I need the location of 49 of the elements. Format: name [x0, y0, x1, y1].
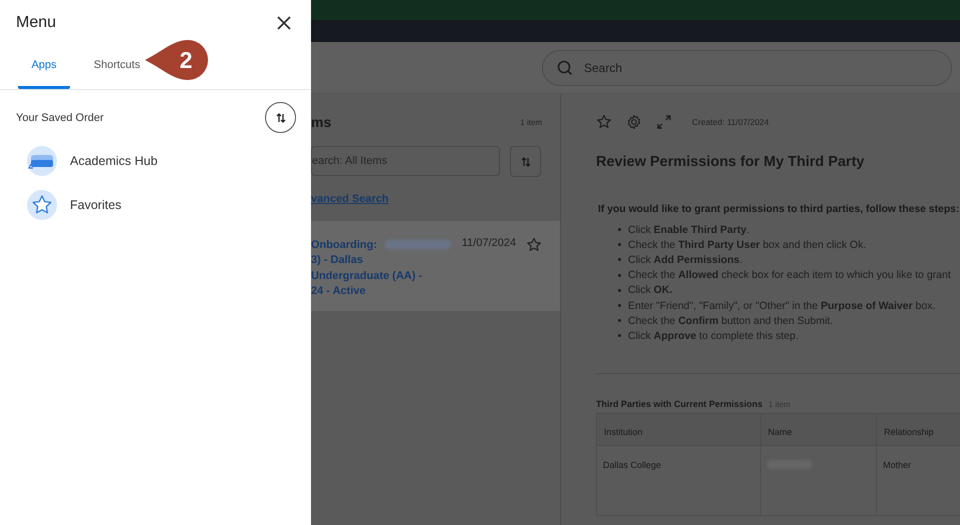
item-date: 11/07/2024 — [462, 237, 516, 249]
instruction-step: Enter "Friend", "Family", or "Other" in the Purpose of Waiver box. — [628, 300, 936, 312]
star-icon[interactable] — [596, 114, 612, 130]
step-badge: 2 — [145, 39, 211, 81]
bullet-icon — [618, 319, 621, 322]
bullet-icon — [618, 228, 621, 232]
section-label: Your Saved Order — [16, 112, 104, 124]
bullet-icon — [618, 334, 621, 338]
reorder-button[interactable] — [265, 102, 296, 133]
table-cell: Dallas College — [597, 446, 761, 514]
instruction-step: Click Enable Third Party. — [628, 224, 750, 236]
column-header: Relationship — [877, 414, 960, 446]
bullet-icon — [618, 243, 621, 246]
bullet-icon — [618, 274, 621, 277]
item-title: 24 - Active — [311, 285, 366, 298]
menu-title: Menu — [16, 14, 56, 32]
star-icon[interactable] — [526, 237, 542, 253]
item-title: Onboarding: — [311, 238, 377, 251]
bullet-icon — [618, 304, 621, 308]
instruction-step: Click OK. — [628, 284, 672, 296]
app-link[interactable]: Academics Hub — [70, 154, 158, 168]
app-link[interactable]: Favorites — [70, 198, 122, 212]
instruction-step: Click Add Permissions. — [628, 254, 742, 266]
search-icon — [557, 60, 573, 76]
search-field[interactable]: Search — [542, 50, 952, 86]
menu-tab[interactable]: Apps — [18, 55, 70, 89]
instruction-step: Click Approve to complete this step. — [628, 330, 798, 342]
instruction-step: Check the Allowed check box for each item to which you like to grant — [628, 269, 951, 282]
item-title: Undergraduate (AA) - — [311, 270, 422, 282]
table-cell: Mother — [877, 446, 960, 514]
table-title: Third Parties with Current Permissions — [596, 398, 763, 408]
instructions-heading: If you would like to grant permissions to third parties, follow these steps: — [598, 204, 960, 215]
column-header: Institution — [597, 414, 761, 446]
close-button[interactable] — [275, 14, 293, 32]
created-date: Created: 11/07/2024 — [692, 117, 769, 127]
menu-tab[interactable]: Shortcuts — [87, 55, 147, 89]
column-header: Name — [761, 414, 877, 446]
sort-button[interactable] — [510, 146, 541, 177]
expand-icon[interactable] — [656, 114, 672, 130]
page-title: Review Permissions for My Third Party — [596, 154, 866, 170]
panel-title: ms — [311, 114, 332, 130]
hub-icon — [26, 145, 58, 177]
bullet-icon — [618, 288, 621, 292]
item-title: 3) - Dallas — [311, 254, 363, 266]
instruction-step: Check the Confirm button and then Submit. — [628, 314, 833, 327]
instruction-step: Check the Third Party User box and then click Ok. — [628, 238, 866, 251]
item-count: 1 item — [520, 118, 542, 126]
bullet-icon — [618, 258, 621, 262]
gear-icon[interactable] — [626, 114, 642, 130]
